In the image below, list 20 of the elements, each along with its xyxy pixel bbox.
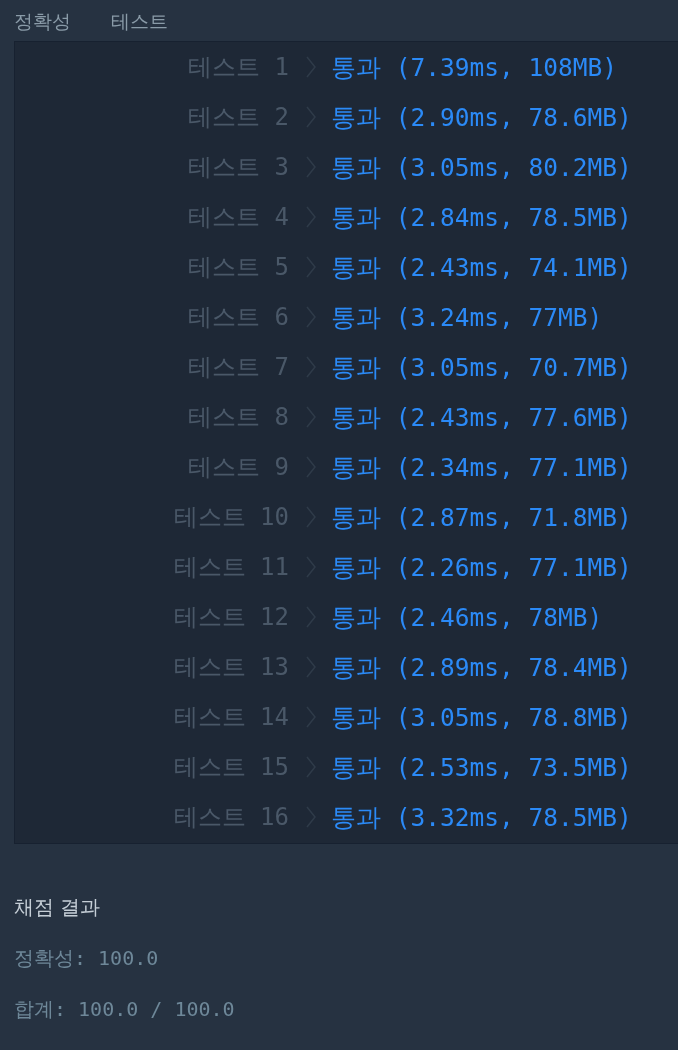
test-result: 통과 (3.05ms, 78.8MB) — [331, 701, 632, 734]
test-result: 통과 (2.90ms, 78.6MB) — [331, 101, 632, 134]
test-result: 통과 (2.87ms, 71.8MB) — [331, 501, 632, 534]
summary-title: 채점 결과 — [14, 894, 101, 921]
test-result: 통과 (2.26ms, 77.1MB) — [331, 551, 632, 584]
test-result: 통과 (3.24ms, 77MB) — [331, 301, 603, 334]
section-title: 정확성 테스트 — [13, 9, 169, 34]
test-result: 통과 (2.46ms, 78MB) — [331, 601, 603, 634]
test-result: 통과 (3.05ms, 80.2MB) — [331, 151, 632, 184]
test-result: 통과 (2.84ms, 78.5MB) — [331, 201, 632, 234]
test-result: 통과 (2.43ms, 77.6MB) — [331, 401, 632, 434]
summary-line: 정확성: 100.0 — [14, 945, 159, 972]
test-result: 통과 (2.53ms, 73.5MB) — [331, 751, 632, 784]
test-result: 통과 (7.39ms, 108MB) — [331, 51, 617, 84]
test-result: 통과 (3.32ms, 78.5MB) — [331, 801, 632, 834]
test-result: 통과 (2.43ms, 74.1MB) — [331, 251, 632, 284]
test-result: 통과 (2.34ms, 77.1MB) — [331, 451, 632, 484]
test-result: 통과 (3.05ms, 70.7MB) — [331, 351, 632, 384]
summary-line: 합계: 100.0 / 100.0 — [14, 996, 235, 1023]
test-result: 통과 (2.89ms, 78.4MB) — [331, 651, 632, 684]
